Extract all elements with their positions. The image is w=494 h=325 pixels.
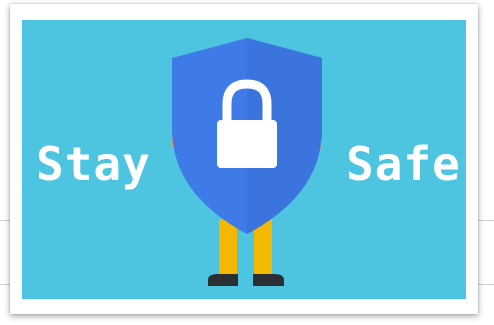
headline-word-left: Stay — [36, 137, 151, 191]
left-leg — [219, 219, 237, 279]
headline-word-right: Safe — [346, 137, 461, 191]
left-shoe — [208, 274, 238, 286]
stay-safe-illustration: Stay Safe — [22, 20, 466, 299]
person-holding-shield — [172, 38, 322, 286]
right-shoe — [253, 274, 284, 286]
page: Stay Safe — [0, 0, 494, 325]
